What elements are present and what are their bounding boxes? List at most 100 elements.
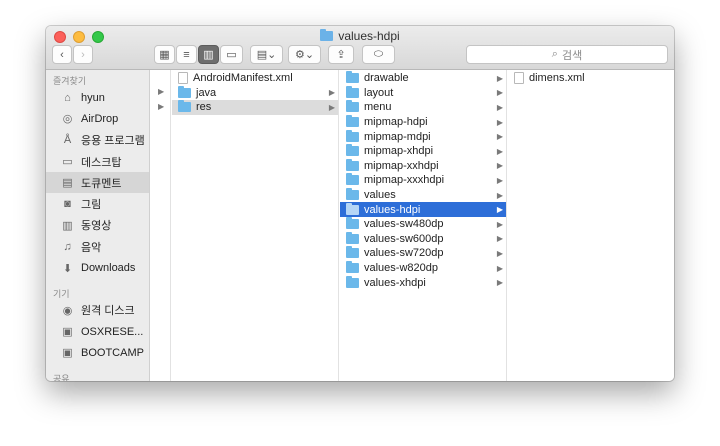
arrange-button[interactable]: ▤⌄	[250, 45, 283, 64]
list-item-label: values-w820dp	[364, 262, 438, 275]
folder-icon	[346, 144, 359, 157]
tag-icon: ⬭	[373, 48, 384, 60]
sidebar-item-label: Downloads	[81, 262, 136, 275]
view-columns-button[interactable]: ▥	[198, 45, 219, 64]
sidebar-item-hyun[interactable]: ⌂ hyun	[46, 87, 149, 108]
folder-icon	[346, 100, 359, 113]
action-button[interactable]: ⚙⌄	[288, 45, 321, 64]
list-item-label: mipmap-hdpi	[364, 116, 428, 129]
collapsed-row-indicator[interactable]: ▶	[151, 85, 170, 100]
list-item[interactable]: values-sw720dp ▶	[340, 246, 506, 261]
chevron-right-icon: ▶	[496, 205, 503, 215]
chevron-right-icon: ▶	[496, 278, 503, 288]
folder-icon	[346, 261, 359, 274]
window-title: values-hdpi	[46, 28, 674, 44]
document-icon	[178, 72, 188, 85]
list-item-label: res	[196, 101, 212, 114]
column-0: ▶ ▶	[151, 70, 171, 381]
documents-icon: ▤	[62, 177, 73, 190]
back-button[interactable]: ‹	[52, 45, 72, 64]
list-item[interactable]: layout ▶	[340, 85, 506, 101]
movies-icon: ▥	[62, 219, 73, 232]
music-icon: ♫	[63, 240, 72, 253]
sidebar-item-osxreserved[interactable]: ▣ OSXRESE...	[46, 321, 149, 342]
list-item[interactable]: mipmap-xxhdpi ▶	[340, 158, 506, 174]
list-item-label: AndroidManifest.xml	[193, 72, 293, 85]
collapsed-row-indicator[interactable]: ▶	[151, 99, 170, 114]
sidebar-item-label: 음악	[81, 241, 102, 254]
list-item[interactable]: AndroidManifest.xml	[172, 71, 338, 86]
sidebar-item-bootcamp[interactable]: ▣ BOOTCAMP	[46, 342, 149, 363]
coverflow-icon: ▭	[226, 49, 237, 61]
sidebar-item-label: 원격 디스크	[81, 305, 135, 318]
sidebar-item-label: BOOTCAMP	[81, 346, 144, 359]
sidebar-item-remote-disc[interactable]: ◉ 원격 디스크	[46, 300, 149, 321]
folder-icon	[178, 85, 191, 98]
share-icon: ⇪	[336, 49, 346, 61]
list-item-label: java	[196, 86, 217, 99]
chevron-right-icon: ▶	[496, 88, 503, 98]
list-item[interactable]: res ▶	[172, 100, 338, 115]
list-item-selected[interactable]: values-hdpi ▶	[340, 202, 506, 217]
sidebar: 즐겨찾기 ⌂ hyun ◎ AirDrop Å 응용 프로그램 ▭ 데스크탑 ▤…	[46, 70, 150, 381]
search-field[interactable]: ⌕ 검색	[466, 45, 668, 64]
column-view-icon: ▥	[203, 49, 214, 61]
list-item[interactable]: mipmap-xhdpi ▶	[340, 144, 506, 159]
sidebar-devices-header: 기기	[53, 288, 70, 299]
list-item[interactable]: menu ▶	[340, 100, 506, 115]
sidebar-item-movies[interactable]: ▥ 동영상	[46, 215, 149, 236]
list-view-icon: ≡	[183, 48, 190, 61]
list-item[interactable]: values-w820dp ▶	[340, 261, 506, 276]
sidebar-item-label: hyun	[81, 91, 105, 104]
view-icons-button[interactable]: ▦	[154, 45, 175, 64]
list-item-label: menu	[364, 101, 392, 114]
drive-icon: ▣	[62, 347, 73, 360]
sidebar-item-desktop[interactable]: ▭ 데스크탑	[46, 151, 149, 172]
folder-icon	[178, 100, 191, 113]
search-placeholder: 검색	[561, 49, 583, 62]
folder-icon	[346, 129, 359, 142]
list-item[interactable]: mipmap-mdpi ▶	[340, 129, 506, 144]
share-button[interactable]: ⇪	[328, 45, 354, 64]
list-item[interactable]: dimens.xml	[508, 71, 674, 86]
list-item[interactable]: java ▶	[172, 85, 338, 101]
list-item[interactable]: values-sw480dp ▶	[340, 217, 506, 232]
chevron-right-icon: ▶	[496, 234, 503, 244]
chevron-left-icon: ‹	[60, 48, 64, 61]
list-item[interactable]: mipmap-hdpi ▶	[340, 115, 506, 130]
chevron-right-icon: ▶	[496, 73, 503, 83]
list-item-label: values-xhdpi	[364, 276, 426, 289]
chevron-right-icon: ▶	[496, 117, 503, 127]
view-list-button[interactable]: ≡	[176, 45, 197, 64]
list-item-label: values	[364, 189, 396, 202]
sidebar-item-downloads[interactable]: ⬇ Downloads	[46, 257, 149, 278]
list-item[interactable]: mipmap-xxxhdpi ▶	[340, 173, 506, 188]
tags-button[interactable]: ⬭	[362, 45, 395, 64]
list-item[interactable]: values-sw600dp ▶	[340, 231, 506, 247]
folder-icon	[346, 115, 359, 128]
finder-window: values-hdpi ‹ › ▦ ≡ ▥ ▭ ▤⌄ ⚙⌄ ⇪ ⬭ ⌕ 검색 즐…	[46, 26, 674, 381]
list-item-label: values-sw480dp	[364, 218, 444, 231]
folder-icon	[346, 202, 359, 215]
sidebar-item-applications[interactable]: Å 응용 프로그램	[46, 130, 149, 151]
list-item-label: dimens.xml	[529, 72, 585, 85]
chevron-right-icon: ▶	[328, 102, 335, 112]
list-item[interactable]: values ▶	[340, 188, 506, 203]
forward-button[interactable]: ›	[73, 45, 93, 64]
sidebar-item-documents[interactable]: ▤ 도큐멘트	[46, 172, 149, 194]
sidebar-item-music[interactable]: ♫ 음악	[46, 236, 149, 257]
list-item-label: drawable	[364, 72, 409, 85]
view-coverflow-button[interactable]: ▭	[220, 45, 243, 64]
titlebar: values-hdpi ‹ › ▦ ≡ ▥ ▭ ▤⌄ ⚙⌄ ⇪ ⬭ ⌕ 검색	[46, 26, 674, 70]
sidebar-item-airdrop[interactable]: ◎ AirDrop	[46, 108, 149, 129]
folder-icon	[346, 173, 359, 186]
arrange-icon: ▤⌄	[256, 49, 277, 61]
list-item[interactable]: values-xhdpi ▶	[340, 275, 506, 290]
sidebar-item-pictures[interactable]: ◙ 그림	[46, 193, 149, 214]
desktop-icon: ▭	[62, 156, 73, 169]
list-item[interactable]: drawable ▶	[340, 71, 506, 86]
column-2: drawable ▶ layout ▶ menu ▶ mipmap-hdpi ▶ mip…	[340, 70, 507, 381]
disc-icon: ◉	[62, 304, 73, 317]
gear-icon: ⚙⌄	[294, 49, 315, 61]
airdrop-icon: ◎	[62, 113, 73, 126]
